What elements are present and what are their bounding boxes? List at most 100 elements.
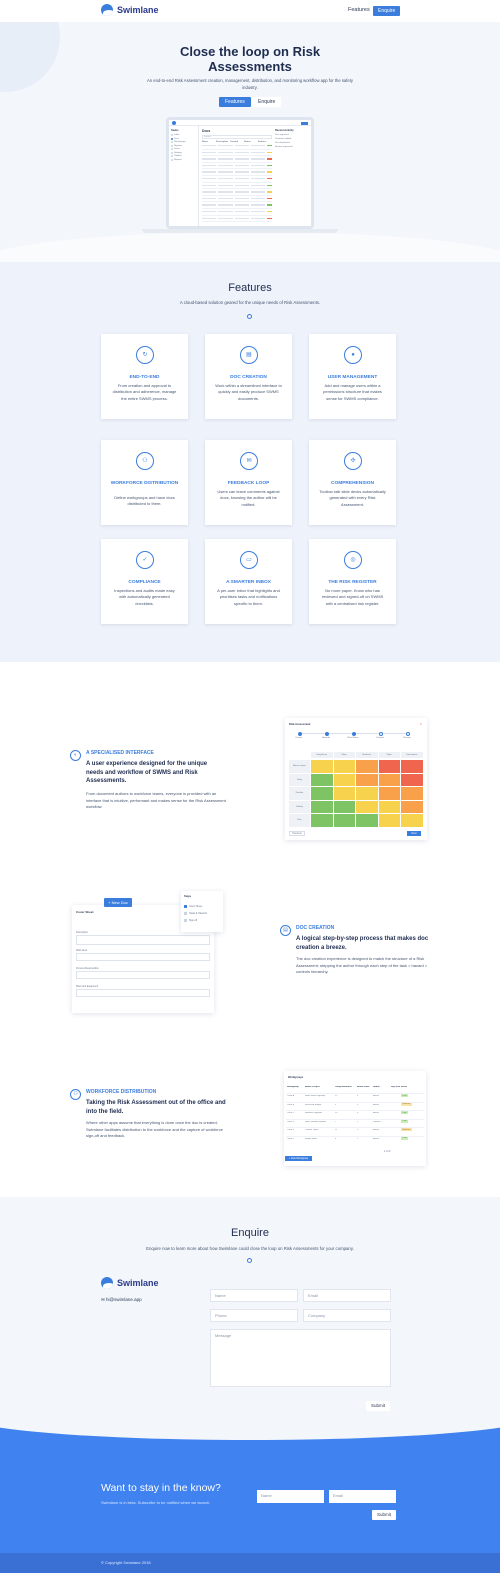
stepper-dot[interactable] [324, 731, 329, 736]
hero-features-button[interactable]: Features [219, 97, 251, 107]
stepper-dot[interactable] [405, 731, 410, 736]
distribution-icon: ⚇ [70, 1089, 81, 1100]
matrix-cell[interactable] [378, 773, 400, 786]
next-button[interactable]: Next [407, 831, 421, 836]
matrix-cell[interactable] [378, 760, 400, 773]
enquire-email-input[interactable]: Email [303, 1289, 391, 1302]
enquire-logo: Swimlane [101, 1277, 159, 1289]
app-sidebar-item[interactable]: Workgroups [171, 141, 196, 143]
matrix-cell[interactable] [311, 814, 333, 827]
matrix-cell[interactable] [378, 787, 400, 800]
feature-card: ▤ DOC CREATION Work within a streamlined i… [205, 334, 292, 419]
app-table-row[interactable] [202, 176, 272, 183]
brand-logo[interactable]: Swimlane [101, 4, 159, 16]
doc-menu-item[interactable]: Sign-off [184, 919, 197, 922]
doc-field-input[interactable] [76, 989, 210, 997]
matrix-cell[interactable] [356, 800, 378, 813]
app-sidebar-item[interactable]: Reports [171, 158, 196, 161]
app-sidebar-bullet-icon [171, 158, 173, 161]
app-sidebar-item[interactable]: Inbox [171, 134, 196, 136]
doc-menu-item[interactable]: Cover Sheet [184, 905, 202, 908]
app-table-body [202, 143, 272, 223]
comment-icon: ✉ [240, 452, 258, 470]
app-table-row[interactable] [202, 216, 272, 223]
app-table-row[interactable] [202, 150, 272, 157]
doc-field-input[interactable] [76, 971, 210, 979]
matrix-cell[interactable] [401, 773, 423, 786]
newsletter-name-input[interactable]: Name [257, 1490, 324, 1503]
matrix-cell[interactable] [401, 760, 423, 773]
enquire-submit-button[interactable]: Submit [366, 1401, 390, 1411]
enquire-phone-input[interactable]: Phone [210, 1309, 298, 1322]
app-table-row[interactable] [202, 196, 272, 203]
nav-features-link[interactable]: Features [348, 7, 370, 13]
wg-pager: 1 of 2 [384, 1150, 391, 1153]
app-table-cell [234, 151, 249, 154]
matrix-cell[interactable] [333, 814, 355, 827]
newsletter-email-input[interactable]: Email [329, 1490, 396, 1503]
matrix-cell[interactable] [333, 800, 355, 813]
app-table-row[interactable] [202, 189, 272, 196]
enquire-message-input[interactable]: Message [210, 1329, 391, 1387]
nav-enquire-button[interactable]: Enquire [373, 6, 401, 16]
matrix-cell[interactable] [401, 800, 423, 813]
hero-enquire-button[interactable]: Enquire [252, 97, 282, 107]
app-table-cell [202, 191, 217, 193]
matrix-cell[interactable] [356, 787, 378, 800]
feature-card-title: THE RISK REGISTER [328, 580, 377, 585]
matrix-cell[interactable] [378, 814, 400, 827]
doc-field-input[interactable] [76, 935, 210, 945]
matrix-cell[interactable] [311, 787, 333, 800]
feature-card-text: From creation and approval to distributi… [112, 383, 177, 401]
app-sidebar-item[interactable]: Users [171, 148, 196, 150]
app-table-row[interactable] [202, 202, 272, 209]
matrix-cell[interactable] [356, 760, 378, 773]
app-sidebar-item[interactable]: Settings [171, 151, 196, 154]
risk-shot-title: Risk Assessment [289, 723, 311, 726]
app-table-row[interactable] [202, 156, 272, 163]
matrix-cell[interactable] [401, 787, 423, 800]
feature-card-title: USER MANAGEMENT [327, 375, 378, 380]
matrix-cell[interactable] [311, 760, 333, 773]
doc-field-input[interactable] [76, 953, 210, 961]
brand-name: Swimlane [117, 5, 159, 15]
features-divider-dot [247, 314, 252, 319]
matrix-cell[interactable] [356, 773, 378, 786]
close-icon[interactable]: × [420, 721, 422, 726]
matrix-cell[interactable] [311, 800, 333, 813]
app-table-row[interactable] [202, 143, 272, 150]
enquire-company-input[interactable]: Company [303, 1309, 391, 1322]
matrix-cell[interactable] [333, 787, 355, 800]
previous-button[interactable]: Previous [289, 831, 305, 836]
matrix-cell[interactable] [333, 760, 355, 773]
stepper-dot[interactable] [351, 731, 356, 736]
matrix-cell[interactable] [311, 773, 333, 786]
app-table-row[interactable] [202, 163, 272, 170]
matrix-row-header: Unlikely [289, 800, 310, 813]
app-sidebar-item[interactable]: Toolbox [171, 155, 196, 157]
newsletter-submit-button[interactable]: Submit [372, 1510, 396, 1520]
app-table-cell [218, 197, 233, 200]
app-sidebar-item[interactable]: Docs [171, 137, 196, 140]
new-workgroup-button[interactable]: + New Workgroup [285, 1156, 312, 1161]
enquire-email[interactable]: ✉ hi@swimlane.app [101, 1297, 142, 1303]
app-table-row[interactable] [202, 209, 272, 216]
enquire-email-text: hi@swimlane.app [106, 1297, 142, 1302]
app-table-row[interactable] [202, 183, 272, 190]
matrix-cell[interactable] [333, 773, 355, 786]
matrix-cell[interactable] [356, 814, 378, 827]
wg-column-header: Group Members [335, 1086, 352, 1088]
stepper-dot[interactable] [297, 731, 302, 736]
doc-menu-title: Steps [184, 895, 192, 898]
interface-icon: ◐ [70, 750, 81, 761]
new-doc-button[interactable]: + New Doc [104, 898, 132, 907]
app-table-row[interactable] [202, 169, 272, 176]
stepper-dot[interactable] [378, 731, 383, 736]
app-sidebar-item[interactable]: Register [171, 144, 196, 147]
enquire-name-input[interactable]: Name [210, 1289, 298, 1302]
feature-card-text: Define workgroups and have docs distribu… [114, 495, 175, 507]
matrix-cell[interactable] [401, 814, 423, 827]
matrix-cell[interactable] [378, 800, 400, 813]
wg-cell: 9 [335, 1103, 337, 1106]
doc-menu-item[interactable]: Tasks & Hazards [184, 912, 207, 915]
